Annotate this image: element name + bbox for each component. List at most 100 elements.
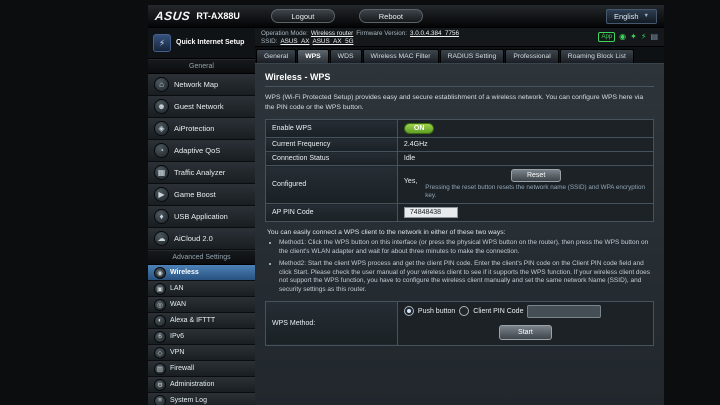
logout-button[interactable]: Logout	[270, 9, 335, 23]
sidebar-item-game-boost[interactable]: ▶ Game Boost	[148, 184, 255, 206]
sidebar-item-guest-network[interactable]: ☻ Guest Network	[148, 96, 255, 118]
sidebar-item-aicloud[interactable]: ☁ AiCloud 2.0	[148, 228, 255, 250]
info-lines: Operation Mode: Wireless router Firmware…	[261, 30, 459, 45]
reset-note: Pressing the reset button resets the net…	[425, 184, 645, 200]
start-button[interactable]: Start	[499, 324, 552, 340]
ap-pin-code-cell: 74848438	[396, 203, 655, 223]
language-label: English	[613, 11, 639, 21]
table-row: Current Frequency 2.4GHz	[265, 137, 655, 153]
sidebar-item-firewall[interactable]: ▤ Firewall	[148, 361, 255, 377]
sidebar-item-quick-internet-setup[interactable]: ⚡ Quick Internet Setup	[148, 28, 255, 59]
sidebar-item-ipv6[interactable]: 6 IPv6	[148, 329, 255, 345]
body-columns: ⚡ Quick Internet Setup General ⌂ Network…	[148, 28, 664, 405]
firmware-version-link[interactable]: 3.0.0.4.384_7756	[410, 30, 459, 37]
operation-mode-line: Operation Mode: Wireless router Firmware…	[261, 30, 459, 37]
connection-status-label: Connection Status	[265, 151, 398, 167]
tab-wireless-mac-filter[interactable]: Wireless MAC Filter	[362, 49, 439, 63]
administration-icon: ⚙	[154, 378, 166, 391]
traffic-analyzer-icon: ▦	[154, 165, 169, 180]
sidebar-item-vpn[interactable]: ◇ VPN	[148, 345, 255, 361]
table-row: AP PIN Code 74848438	[265, 203, 655, 223]
sidebar-item-wan[interactable]: ◎ WAN	[148, 297, 255, 313]
chevron-down-icon: ▼	[643, 13, 649, 19]
wps-method-label: WPS Method:	[265, 300, 398, 346]
sidebar: ⚡ Quick Internet Setup General ⌂ Network…	[148, 28, 255, 405]
ap-pin-code-value: 74848438	[403, 207, 458, 219]
sidebar-item-traffic-analyzer[interactable]: ▦ Traffic Analyzer	[148, 162, 255, 184]
tab-wds[interactable]: WDS	[329, 49, 362, 63]
reset-button[interactable]: Reset	[510, 169, 562, 183]
status-icons: App ◉ ✦ ⚡ ▤	[598, 32, 658, 42]
internet-status-icon[interactable]: ✦	[630, 32, 637, 42]
ssid-24-link[interactable]: ASUS_AX	[280, 38, 309, 45]
connection-status-value: Idle	[396, 151, 655, 167]
wps-settings-table: Enable WPS ON Current Frequency 2.4GHz C	[265, 119, 655, 223]
enable-wps-cell: ON	[396, 119, 655, 139]
sidebar-item-label: Alexa & IFTTT	[170, 317, 216, 324]
table-row: Connection Status Idle	[265, 151, 655, 167]
push-button-radio[interactable]	[403, 306, 414, 317]
alexa-ifttt-icon: ◐	[154, 314, 166, 327]
reboot-button[interactable]: Reboot	[358, 9, 423, 23]
page-description: WPS (Wi-Fi Protected Setup) provides eas…	[265, 94, 644, 111]
configured-label: Configured	[265, 165, 398, 205]
sidebar-item-network-map[interactable]: ⌂ Network Map	[148, 74, 255, 96]
tab-roaming-block-list[interactable]: Roaming Block List	[559, 49, 634, 63]
method1-text: Method1: Click the WPS button on this in…	[279, 239, 652, 257]
ssid-line: SSID: ASUS_AX ASUS_AX_5G	[261, 38, 459, 45]
language-select[interactable]: English ▼	[605, 8, 657, 24]
sidebar-item-label: Wireless	[170, 269, 199, 276]
wps-on-toggle[interactable]: ON	[403, 123, 435, 135]
tab-general[interactable]: General	[256, 49, 297, 63]
enable-wps-label: Enable WPS	[265, 119, 398, 139]
aicloud-icon: ☁	[154, 231, 169, 246]
usb-status-icon[interactable]: ⚡	[641, 32, 647, 42]
client-pin-radio[interactable]	[459, 306, 470, 317]
operation-mode-label: Operation Mode:	[261, 29, 308, 37]
app-link-icon[interactable]: App	[598, 32, 616, 42]
current-frequency-label: Current Frequency	[265, 137, 398, 153]
sidebar-item-alexa-ifttt[interactable]: ◐ Alexa & IFTTT	[148, 313, 255, 329]
router-model: RT-AX88U	[196, 11, 240, 21]
tab-professional[interactable]: Professional	[505, 49, 559, 63]
quick-internet-setup-label: Quick Internet Setup	[176, 38, 245, 46]
sidebar-item-wireless[interactable]: ◉ Wireless	[148, 265, 255, 281]
ipv6-icon: 6	[154, 330, 166, 343]
network-map-icon: ⌂	[154, 77, 169, 92]
sidebar-item-label: Traffic Analyzer	[174, 168, 226, 177]
sidebar-item-label: AiCloud 2.0	[174, 234, 213, 243]
sidebar-item-system-log[interactable]: ≡ System Log	[148, 393, 255, 405]
sidebar-item-lan[interactable]: ▣ LAN	[148, 281, 255, 297]
wps-guide: You can easily connect a WPS client to t…	[267, 229, 652, 295]
tab-wps[interactable]: WPS	[297, 49, 329, 63]
wireless-icon: ◉	[154, 266, 166, 279]
ssid-5-link[interactable]: ASUS_AX_5G	[313, 38, 354, 45]
quick-internet-setup-icon: ⚡	[153, 34, 171, 52]
sidebar-item-usb-application[interactable]: ♦ USB Application	[148, 206, 255, 228]
aiprotection-icon: ◈	[154, 121, 169, 136]
current-frequency-value: 2.4GHz	[396, 137, 655, 153]
printer-status-icon[interactable]: ▤	[650, 32, 658, 42]
configured-value: Yes,	[403, 178, 418, 186]
table-row: Configured Yes, Reset Pressing the reset…	[265, 165, 655, 205]
table-row: WPS Method: Push button Client PIN Code	[265, 300, 655, 346]
sidebar-item-label: AiProtection	[174, 124, 215, 133]
ap-pin-code-label: AP PIN Code	[265, 203, 398, 223]
info-bar: Operation Mode: Wireless router Firmware…	[255, 28, 664, 47]
ssid-label: SSID:	[261, 37, 278, 45]
tab-bar: General WPS WDS Wireless MAC Filter RADI…	[255, 47, 664, 63]
sidebar-item-administration[interactable]: ⚙ Administration	[148, 377, 255, 393]
client-pin-label: Client PIN Code	[473, 307, 524, 315]
client-pin-input[interactable]	[527, 304, 602, 318]
tab-radius-setting[interactable]: RADIUS Setting	[439, 49, 505, 63]
router-admin-screen: ASUS RT-AX88U Logout Reboot English ▼ ⚡ …	[0, 0, 720, 405]
sidebar-item-label: Firewall	[170, 365, 195, 372]
wifi-status-icon[interactable]: ◉	[619, 32, 626, 42]
sidebar-item-adaptive-qos[interactable]: ◔ Adaptive QoS	[148, 140, 255, 162]
sidebar-item-aiprotection[interactable]: ◈ AiProtection	[148, 118, 255, 140]
sidebar-item-label: WAN	[170, 301, 187, 308]
sidebar-item-label: LAN	[170, 285, 184, 292]
top-bar: ASUS RT-AX88U Logout Reboot English ▼	[148, 5, 664, 28]
guest-network-icon: ☻	[154, 99, 169, 114]
operation-mode-link[interactable]: Wireless router	[311, 30, 353, 37]
